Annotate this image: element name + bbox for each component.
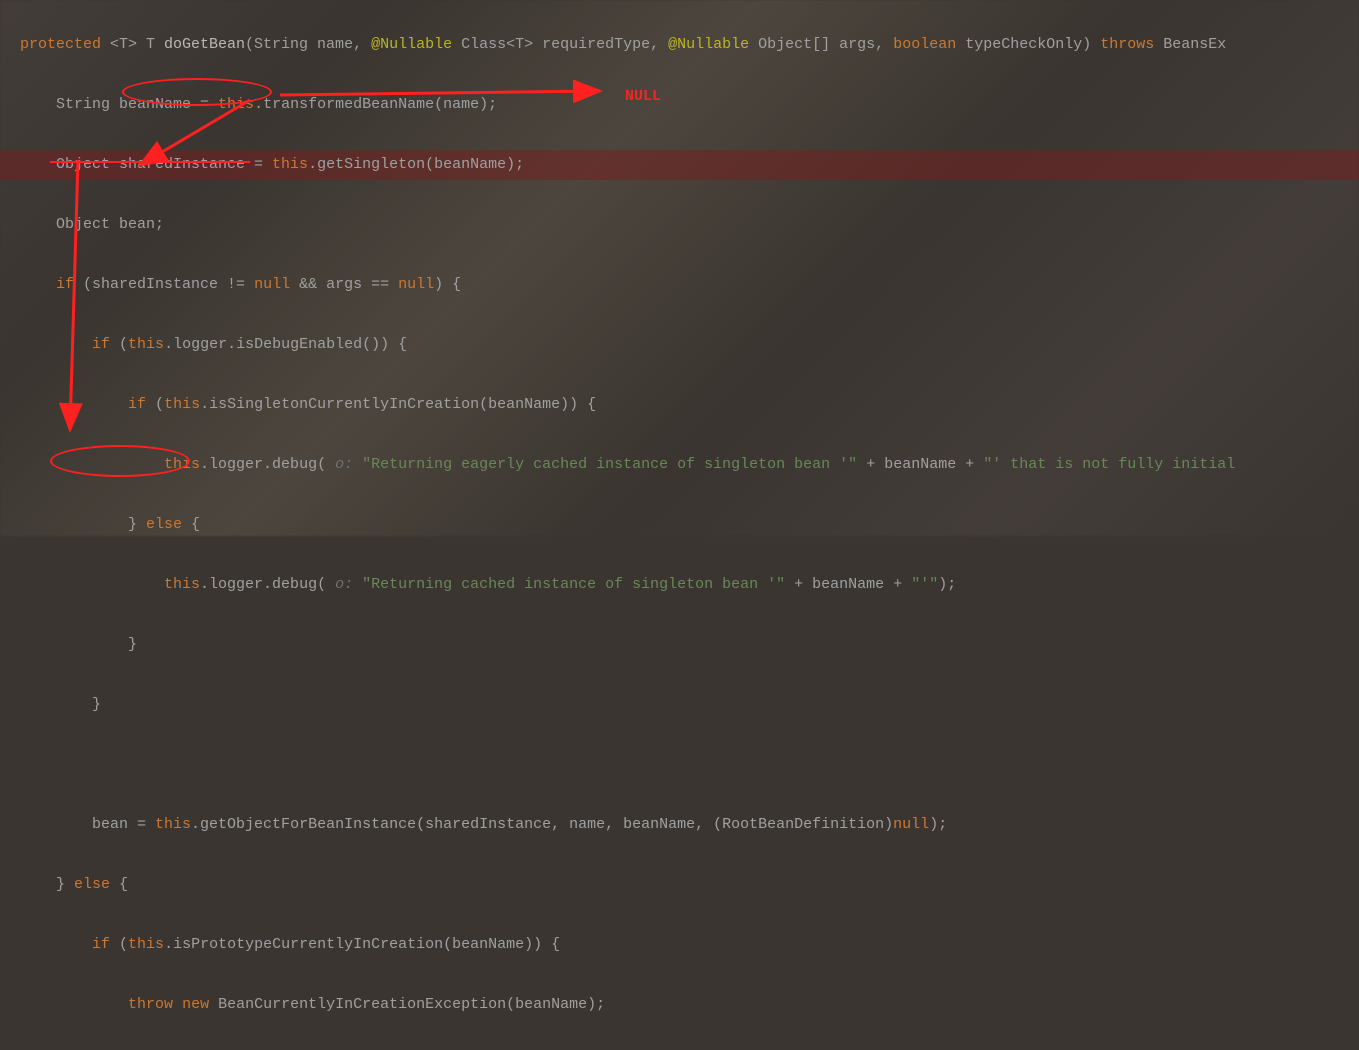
annotation: @Nullable: [668, 36, 749, 53]
param-hint: o:: [326, 576, 362, 593]
code-text: Object[] args,: [749, 36, 893, 53]
code-text: {: [110, 876, 128, 893]
keyword-this: this: [128, 336, 164, 353]
code-text: );: [929, 816, 947, 833]
annotation-arrow-icon: [130, 95, 260, 175]
code-line: [0, 750, 1359, 780]
string-literal: "Returning cached instance of singleton …: [362, 576, 785, 593]
method-name: doGetBean: [164, 36, 245, 53]
code-text: (: [110, 936, 128, 953]
code-line: if (this.logger.isDebugEnabled()) {: [0, 330, 1359, 360]
code-line: bean = this.getObjectForBeanInstance(sha…: [0, 810, 1359, 840]
keyword-boolean: boolean: [893, 36, 956, 53]
code-text: + beanName +: [785, 576, 911, 593]
code-text: [173, 996, 182, 1013]
keyword-if: if: [92, 936, 110, 953]
code-line: this.logger.debug( o: "Returning eagerly…: [0, 450, 1359, 480]
keyword-if: if: [128, 396, 146, 413]
keyword-this: this: [272, 156, 308, 173]
annotation-null-label: NULL: [625, 82, 661, 112]
code-text: .logger.debug(: [200, 576, 326, 593]
code-line: if (this.isPrototypeCurrentlyInCreation(…: [0, 930, 1359, 960]
code-text: .isPrototypeCurrentlyInCreation(beanName…: [164, 936, 560, 953]
keyword-this: this: [155, 816, 191, 833]
annotation: @Nullable: [371, 36, 452, 53]
annotation-arrow-icon: [60, 160, 90, 440]
code-text: }: [20, 636, 137, 653]
string-literal: "'": [911, 576, 938, 593]
code-text: [20, 936, 92, 953]
code-text: <T> T: [101, 36, 164, 53]
keyword-throws: throws: [1100, 36, 1154, 53]
code-text: typeCheckOnly): [956, 36, 1100, 53]
keyword-this: this: [164, 576, 200, 593]
code-text: ) {: [434, 276, 461, 293]
code-text: .logger.debug(: [200, 456, 326, 473]
code-line: Object bean;: [0, 210, 1359, 240]
annotation-ellipse-else: [50, 445, 190, 477]
annotation-arrow-icon: [280, 85, 620, 105]
code-text: BeansEx: [1154, 36, 1226, 53]
code-text: }: [20, 516, 146, 533]
code-text: }: [20, 876, 74, 893]
code-line: if (sharedInstance != null && args == nu…: [0, 270, 1359, 300]
string-literal: "' that is not fully initial: [983, 456, 1235, 473]
keyword-null: null: [254, 276, 290, 293]
keyword-null: null: [893, 816, 929, 833]
code-text: .getSingleton(beanName);: [308, 156, 524, 173]
string-literal: "Returning eagerly cached instance of si…: [362, 456, 857, 473]
keyword-throw: throw: [128, 996, 173, 1013]
code-text: .getObjectForBeanInstance(sharedInstance…: [191, 816, 893, 833]
code-text: );: [938, 576, 956, 593]
code-text: {: [182, 516, 200, 533]
code-text: + beanName +: [857, 456, 983, 473]
code-text: Class<T> requiredType,: [452, 36, 668, 53]
code-text: Object bean;: [20, 216, 164, 233]
keyword-null: null: [398, 276, 434, 293]
code-text: (: [110, 336, 128, 353]
code-text: (: [146, 396, 164, 413]
code-line: throw new BeanCurrentlyInCreationExcepti…: [0, 990, 1359, 1020]
code-text: (sharedInstance !=: [74, 276, 254, 293]
code-line: }: [0, 690, 1359, 720]
code-text: [20, 996, 128, 1013]
keyword-this: this: [164, 396, 200, 413]
code-line: this.logger.debug( o: "Returning cached …: [0, 570, 1359, 600]
code-text: .logger.isDebugEnabled()) {: [164, 336, 407, 353]
keyword-new: new: [182, 996, 209, 1013]
code-line: }: [0, 630, 1359, 660]
keyword-else: else: [146, 516, 182, 533]
code-text: [20, 276, 56, 293]
code-line: protected <T> T doGetBean(String name, @…: [0, 30, 1359, 60]
code-text: && args ==: [290, 276, 398, 293]
keyword-else: else: [74, 876, 110, 893]
code-text: BeanCurrentlyInCreationException(beanNam…: [209, 996, 605, 1013]
keyword-this: this: [128, 936, 164, 953]
code-line: } else {: [0, 870, 1359, 900]
code-text: (String name,: [245, 36, 371, 53]
keyword-protected: protected: [20, 36, 101, 53]
code-text: }: [20, 696, 101, 713]
keyword-if: if: [92, 336, 110, 353]
code-text: [20, 576, 164, 593]
code-line: if (this.isSingletonCurrentlyInCreation(…: [0, 390, 1359, 420]
param-hint: o:: [326, 456, 362, 473]
code-text: .isSingletonCurrentlyInCreation(beanName…: [200, 396, 596, 413]
code-text: bean =: [20, 816, 155, 833]
